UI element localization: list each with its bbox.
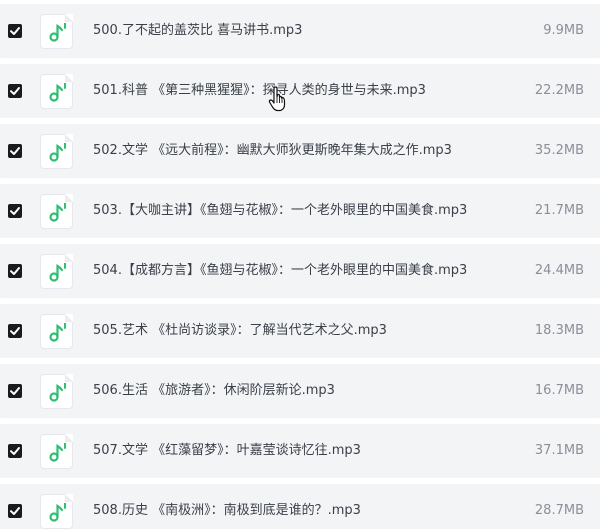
file-row[interactable]: 504.【成都方言】《鱼翅与花椒》：一个老外眼里的中国美食.mp3 24.4MB (0, 244, 600, 298)
file-name[interactable]: 507.文学 《红藻留梦》：叶嘉莹谈诗忆往.mp3 (93, 424, 361, 478)
file-row[interactable]: 500.了不起的盖茨比 喜马讲书.mp3 9.9MB (0, 4, 600, 58)
checkbox-checked-icon[interactable] (8, 264, 22, 278)
checkbox-checked-icon[interactable] (8, 324, 22, 338)
music-note-icon (40, 194, 73, 229)
file-name[interactable]: 508.历史 《南极洲》：南极到底是谁的？.mp3 (93, 484, 361, 529)
music-note-icon (40, 134, 73, 169)
file-name[interactable]: 502.文学 《远大前程》：幽默大师狄更斯晚年集大成之作.mp3 (93, 124, 452, 178)
file-row[interactable]: 507.文学 《红藻留梦》：叶嘉莹谈诗忆往.mp3 37.1MB (0, 424, 600, 478)
file-list: 500.了不起的盖茨比 喜马讲书.mp3 9.9MB 501.科普 《第三种黑猩… (0, 0, 600, 529)
checkbox-checked-icon[interactable] (8, 504, 22, 518)
file-size: 37.1MB (534, 443, 584, 458)
file-size: 24.4MB (534, 263, 584, 278)
music-note-icon (40, 494, 73, 529)
file-size: 9.9MB (543, 23, 584, 38)
file-row[interactable]: 508.历史 《南极洲》：南极到底是谁的？.mp3 28.7MB (0, 484, 600, 529)
checkbox-checked-icon[interactable] (8, 24, 22, 38)
file-size: 28.7MB (534, 503, 584, 518)
music-note-icon (40, 314, 73, 349)
checkbox-checked-icon[interactable] (8, 384, 22, 398)
file-size: 35.2MB (534, 143, 584, 158)
file-name[interactable]: 501.科普 《第三种黑猩猩》：探寻人类的身世与未来.mp3 (93, 64, 426, 118)
checkbox-checked-icon[interactable] (8, 84, 22, 98)
file-row[interactable]: 506.生活 《旅游者》：休闲阶层新论.mp3 16.7MB (0, 364, 600, 418)
music-note-icon (40, 374, 73, 409)
file-row[interactable]: 505.艺术 《杜尚访谈录》：了解当代艺术之父.mp3 18.3MB (0, 304, 600, 358)
file-size: 16.7MB (534, 383, 584, 398)
file-name[interactable]: 504.【成都方言】《鱼翅与花椒》：一个老外眼里的中国美食.mp3 (93, 244, 467, 298)
file-size: 22.2MB (534, 83, 584, 98)
file-name[interactable]: 505.艺术 《杜尚访谈录》：了解当代艺术之父.mp3 (93, 304, 387, 358)
file-name[interactable]: 506.生活 《旅游者》：休闲阶层新论.mp3 (93, 364, 335, 418)
file-row[interactable]: 503.【大咖主讲】《鱼翅与花椒》：一个老外眼里的中国美食.mp3 21.7MB (0, 184, 600, 238)
checkbox-checked-icon[interactable] (8, 204, 22, 218)
checkbox-checked-icon[interactable] (8, 144, 22, 158)
file-row[interactable]: 502.文学 《远大前程》：幽默大师狄更斯晚年集大成之作.mp3 35.2MB (0, 124, 600, 178)
music-note-icon (40, 74, 73, 109)
music-note-icon (40, 254, 73, 289)
file-row[interactable]: 501.科普 《第三种黑猩猩》：探寻人类的身世与未来.mp3 22.2MB (0, 64, 600, 118)
file-size: 21.7MB (534, 203, 584, 218)
music-note-icon (40, 14, 73, 49)
file-size: 18.3MB (534, 323, 584, 338)
hand-pointer-cursor-icon (268, 86, 288, 112)
music-note-icon (40, 434, 73, 469)
checkbox-checked-icon[interactable] (8, 444, 22, 458)
file-name[interactable]: 500.了不起的盖茨比 喜马讲书.mp3 (93, 4, 302, 58)
file-name[interactable]: 503.【大咖主讲】《鱼翅与花椒》：一个老外眼里的中国美食.mp3 (93, 184, 467, 238)
